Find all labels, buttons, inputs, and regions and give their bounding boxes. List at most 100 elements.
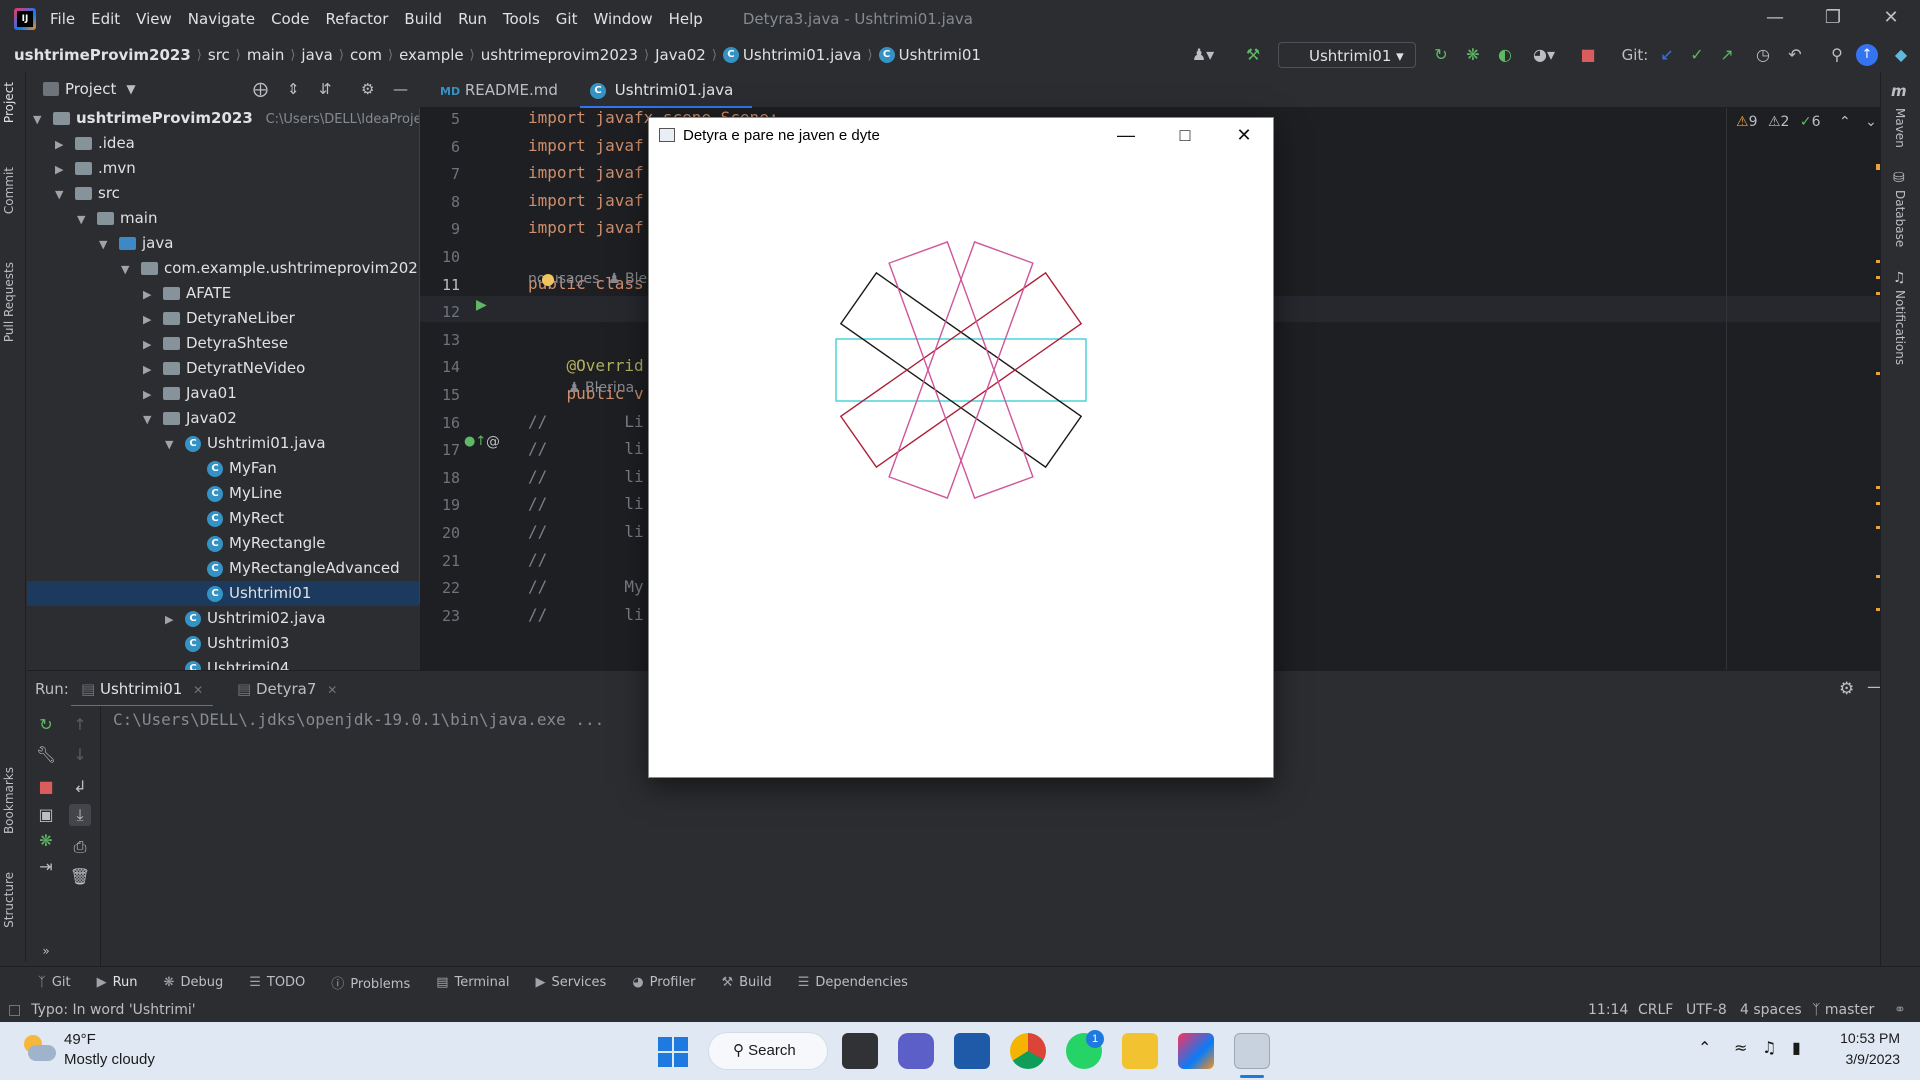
- menu-edit[interactable]: Edit: [91, 10, 120, 28]
- intellij-taskbar-icon[interactable]: [1178, 1033, 1214, 1069]
- status-panel-icon[interactable]: □: [8, 1002, 21, 1018]
- tree-item[interactable]: C MyRectangleAdvanced: [27, 556, 419, 581]
- lock-icon[interactable]: ⚭: [1894, 1002, 1906, 1018]
- breadcrumb-java[interactable]: java: [301, 46, 332, 64]
- chevron-right-icon[interactable]: ▶: [55, 157, 69, 182]
- chevron-right-icon[interactable]: ▶: [143, 282, 157, 307]
- tab-ushtrimi01[interactable]: C Ushtrimi01.java ✕: [580, 72, 752, 134]
- jetbrains-toolbox-icon[interactable]: ◆: [1888, 42, 1914, 68]
- weather-desc[interactable]: Mostly cloudy: [64, 1051, 155, 1068]
- close-tab-icon[interactable]: ✕: [193, 683, 203, 697]
- gear-icon[interactable]: ⚙: [361, 80, 374, 98]
- line-separator[interactable]: CRLF: [1638, 1002, 1673, 1018]
- minimize-icon[interactable]: —: [1097, 118, 1155, 154]
- tree-item[interactable]: ▶ DetyratNeVideo: [27, 356, 419, 381]
- soft-wrap-icon[interactable]: ↲: [69, 776, 91, 798]
- left-tab-project[interactable]: Project: [2, 82, 16, 123]
- tree-item[interactable]: ▼ com.example.ushtrimeprovim2023: [27, 256, 427, 281]
- breadcrumb-src[interactable]: src: [208, 46, 230, 64]
- restore-icon[interactable]: ❐: [1804, 0, 1862, 38]
- chrome-icon[interactable]: [1010, 1033, 1046, 1069]
- battery-icon[interactable]: ▮: [1792, 1038, 1801, 1057]
- coverage-icon[interactable]: ◐: [1492, 42, 1518, 68]
- scroll-to-end-icon[interactable]: ⤓: [69, 804, 91, 826]
- project-panel-title[interactable]: Project: [65, 80, 116, 98]
- debug-icon[interactable]: ❋: [1460, 42, 1486, 68]
- menu-refactor[interactable]: Refactor: [325, 10, 388, 28]
- run-gutter-icon[interactable]: ▶: [476, 297, 487, 313]
- tool-todo[interactable]: ☰ TODO: [249, 975, 305, 990]
- status-message[interactable]: Typo: In word 'Ushtrimi': [31, 1002, 195, 1018]
- arrow-down-icon[interactable]: ↓: [69, 744, 91, 766]
- javafx-window[interactable]: Detyra e pare ne javen e dyte — □ ✕: [648, 117, 1274, 778]
- chevron-down-icon[interactable]: ▼: [55, 182, 69, 207]
- chevron-up-icon[interactable]: ⌃: [1839, 114, 1851, 130]
- tree-item[interactable]: ▶ .idea: [27, 131, 419, 156]
- chevron-right-icon[interactable]: ▶: [55, 132, 69, 157]
- indent-setting[interactable]: 4 spaces: [1740, 1002, 1802, 1018]
- search-icon[interactable]: ⚲: [1824, 42, 1850, 68]
- right-tab-maven[interactable]: Maven: [1893, 108, 1907, 148]
- breadcrumb-file[interactable]: Ushtrimi01.java: [743, 46, 862, 64]
- database-icon[interactable]: ⛁: [1893, 170, 1905, 186]
- tree-item[interactable]: ▼ main: [27, 206, 419, 231]
- usages-hint[interactable]: no usages: [528, 271, 599, 287]
- volume-icon[interactable]: ♫: [1762, 1038, 1776, 1057]
- teams-chat-icon[interactable]: [898, 1033, 934, 1069]
- taskbar-search[interactable]: ⚲ Search: [708, 1032, 828, 1070]
- menu-file[interactable]: File: [50, 10, 75, 28]
- cursor-position[interactable]: 11:14: [1588, 1002, 1628, 1018]
- breadcrumb-main[interactable]: main: [247, 46, 284, 64]
- profile-icon[interactable]: ◕▾: [1524, 42, 1564, 68]
- menu-window[interactable]: Window: [593, 10, 652, 28]
- tool-dependencies[interactable]: ☰ Dependencies: [798, 975, 908, 990]
- bug-icon[interactable]: ❋: [35, 830, 57, 852]
- tree-root[interactable]: ▼ ushtrimeProvim2023 C:\Users\DELL\IdeaPr…: [33, 106, 441, 131]
- java-app-taskbar-icon[interactable]: [1234, 1033, 1270, 1069]
- tree-item[interactable]: ▼ java: [27, 231, 419, 256]
- tree-item[interactable]: C Ushtrimi03: [27, 631, 419, 656]
- arrow-up-icon[interactable]: ↑: [69, 714, 91, 736]
- tree-item[interactable]: C MyRect: [27, 506, 419, 531]
- tree-item[interactable]: C Ushtrimi01: [27, 581, 419, 606]
- tab-readme[interactable]: MD README.md ✕: [430, 72, 578, 136]
- build-hammer-icon[interactable]: ⚒: [1240, 42, 1266, 68]
- annotation-gutter-icon[interactable]: @: [486, 434, 500, 450]
- menu-tools[interactable]: Tools: [503, 10, 540, 28]
- task-view-icon[interactable]: [842, 1033, 878, 1069]
- menu-view[interactable]: View: [136, 10, 172, 28]
- override-gutter-icon[interactable]: ●↑: [464, 434, 486, 449]
- right-tab-notifications[interactable]: Notifications: [1893, 290, 1907, 365]
- tool-run[interactable]: ▶ Run: [97, 975, 138, 990]
- collapse-all-icon[interactable]: ⇵: [319, 80, 332, 98]
- tool-terminal[interactable]: ▤ Terminal: [436, 975, 509, 990]
- git-branch[interactable]: ᛉ master: [1812, 1002, 1874, 1018]
- lightbulb-icon[interactable]: [542, 274, 554, 286]
- clock-time[interactable]: 10:53 PM: [1836, 1030, 1900, 1046]
- gear-icon[interactable]: ⚙: [1839, 679, 1854, 699]
- more-icon[interactable]: »: [35, 940, 57, 962]
- menu-navigate[interactable]: Navigate: [188, 10, 255, 28]
- maven-icon[interactable]: m: [1891, 82, 1907, 100]
- exit-icon[interactable]: ⇥: [35, 856, 57, 878]
- left-tab-structure[interactable]: Structure: [2, 872, 16, 928]
- rerun-icon[interactable]: ↻: [35, 714, 57, 736]
- chevron-right-icon[interactable]: ▶: [143, 332, 157, 357]
- close-icon[interactable]: ✕: [1862, 0, 1920, 38]
- trash-icon[interactable]: 🗑︎: [69, 866, 91, 888]
- breadcrumb-com[interactable]: com: [350, 46, 382, 64]
- left-tab-commit[interactable]: Commit: [2, 167, 16, 214]
- tree-item[interactable]: ▶ Java01: [27, 381, 419, 406]
- maximize-icon[interactable]: □: [1156, 118, 1214, 154]
- chevron-down-icon[interactable]: ⌄: [1865, 114, 1877, 130]
- inspection-widget[interactable]: ⚠9 ⚠2 ✓6 ⌃ ⌄: [1736, 114, 1877, 130]
- tree-item[interactable]: ▶ DetyraNeLiber: [27, 306, 419, 331]
- chevron-down-icon[interactable]: ▼: [143, 407, 157, 432]
- run-tab-ushtrimi01[interactable]: ▤ Ushtrimi01 ✕: [71, 671, 214, 707]
- menu-git[interactable]: Git: [556, 10, 578, 28]
- tool-profiler[interactable]: ◕ Profiler: [632, 975, 695, 990]
- rollback-icon[interactable]: ↶: [1782, 42, 1808, 68]
- chevron-right-icon[interactable]: ▶: [143, 382, 157, 407]
- tool-services[interactable]: ▶ Services: [535, 975, 606, 990]
- tool-git[interactable]: ᛉ Git: [38, 975, 71, 990]
